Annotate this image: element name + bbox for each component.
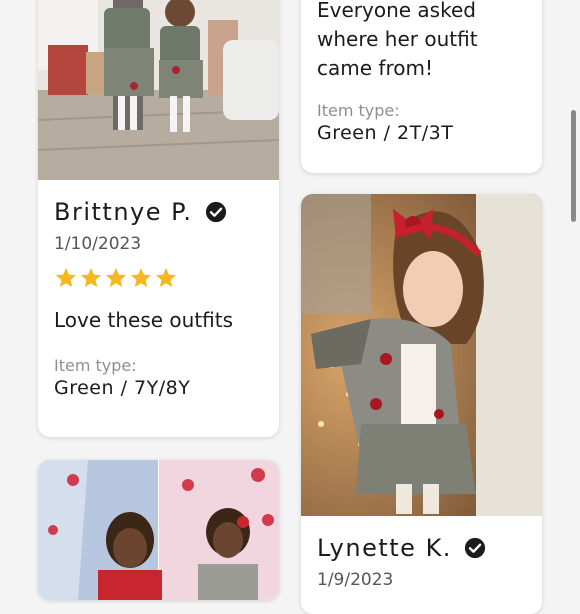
review-date: 1/9/2023 <box>317 570 394 590</box>
verified-check-icon <box>464 537 486 559</box>
star-icon <box>106 268 126 287</box>
review-photo[interactable] <box>38 460 279 600</box>
verified-check-icon <box>205 201 227 223</box>
reviewer-name: Brittnye P. <box>54 198 193 226</box>
reviewer-name: Lynette K. <box>317 534 452 562</box>
star-icon <box>56 268 76 287</box>
item-type-label: Item type: <box>317 101 400 120</box>
review-text: Everyone asked where her outfit came fro… <box>317 0 478 80</box>
star-rating <box>54 266 267 290</box>
star-icon <box>131 268 151 287</box>
girl-christmas-tree-photo <box>38 460 279 600</box>
scrollbar[interactable] <box>571 110 576 222</box>
item-type-value: Green / 7Y/8Y <box>54 377 191 399</box>
review-card: Brittnye P. 1/10/2023 Love these outfits… <box>38 0 279 437</box>
item-type-value: Green / 2T/3T <box>317 122 454 144</box>
star-icon <box>81 268 101 287</box>
review-photo[interactable] <box>301 194 542 516</box>
girls-in-houndstooth-outfits-photo <box>38 0 279 180</box>
girl-with-red-bow-photo <box>301 194 542 516</box>
star-icon <box>156 268 176 287</box>
review-date: 1/10/2023 <box>54 234 142 254</box>
review-card <box>38 460 279 600</box>
item-type-label: Item type: <box>54 356 137 375</box>
review-card: Everyone asked where her outfit came fro… <box>301 0 542 173</box>
review-text: Love these outfits <box>54 308 234 332</box>
review-photo[interactable] <box>38 0 279 180</box>
review-card: Lynette K. 1/9/2023 <box>301 194 542 614</box>
